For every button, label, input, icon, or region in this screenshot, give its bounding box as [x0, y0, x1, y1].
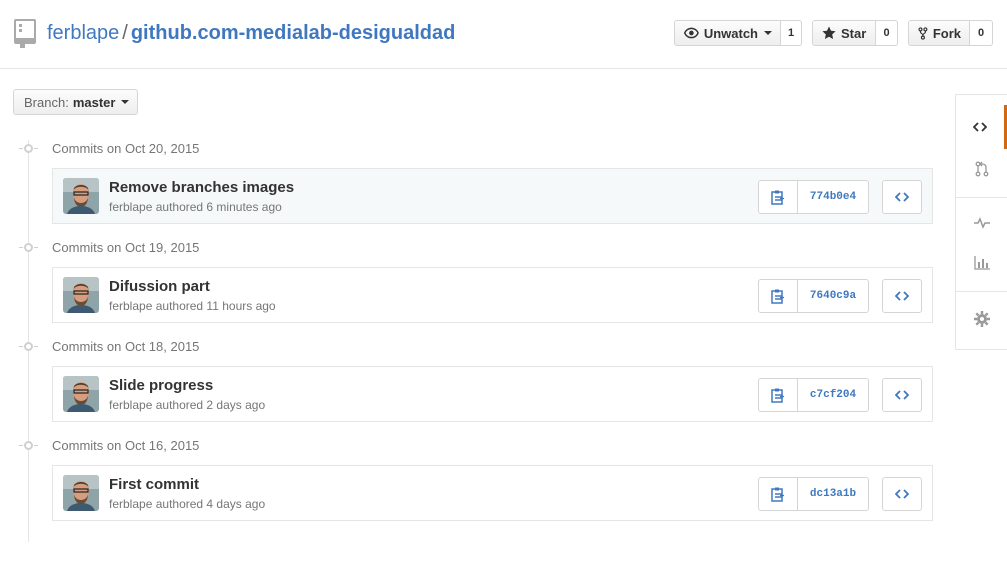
commit-sha-link[interactable]: c7cf204	[798, 379, 868, 411]
sidebar-item-graphs[interactable]	[956, 241, 1007, 285]
code-icon	[895, 489, 909, 499]
copy-sha-button[interactable]	[759, 379, 798, 411]
timeline-dot-icon	[19, 243, 38, 252]
commit-sha-link[interactable]: 774b0e4	[798, 181, 868, 213]
branch-selector[interactable]: Branch: master	[13, 89, 138, 115]
commit-time: authored 11 hours ago	[155, 299, 276, 313]
branch-prefix: Branch:	[24, 94, 69, 110]
code-icon	[895, 192, 909, 202]
clipboard-icon	[771, 388, 784, 403]
star-label: Star	[841, 25, 867, 41]
commit-title-link[interactable]: Remove branches images	[109, 179, 294, 196]
copy-sha-button[interactable]	[759, 280, 798, 312]
clipboard-icon	[771, 190, 784, 205]
browse-code-button[interactable]	[882, 378, 922, 412]
commit-row: First commit ferblape authored 4 days ag…	[52, 465, 933, 521]
repo-sidebar-nav	[955, 94, 1007, 350]
commit-sha-group: dc13a1b	[758, 477, 869, 511]
chevron-down-icon	[764, 31, 772, 35]
commit-author-link[interactable]: ferblape	[109, 497, 152, 511]
commit-time: authored 2 days ago	[155, 398, 266, 412]
graph-icon	[973, 256, 990, 270]
commit-title-link[interactable]: First commit	[109, 476, 199, 493]
commit-timeline	[28, 140, 29, 542]
commit-meta: ferblape authored 6 minutes ago	[109, 200, 282, 214]
pulse-icon	[973, 217, 990, 229]
commit-row: Difussion part ferblape authored 11 hour…	[52, 267, 933, 323]
commit-sha-link[interactable]: 7640c9a	[798, 280, 868, 312]
commit-author-link[interactable]: ferblape	[109, 200, 152, 214]
code-icon	[895, 291, 909, 301]
commit-date-heading: Commits on Oct 16, 2015	[52, 438, 200, 453]
avatar[interactable]	[63, 277, 99, 313]
commit-author-link[interactable]: ferblape	[109, 299, 152, 313]
eye-icon	[684, 27, 699, 39]
commit-date-heading: Commits on Oct 19, 2015	[52, 240, 200, 255]
code-icon	[895, 390, 909, 400]
commit-sha-group: c7cf204	[758, 378, 869, 412]
star-count[interactable]: 0	[876, 20, 898, 46]
commit-title-link[interactable]: Difussion part	[109, 278, 210, 295]
repo-header: ferblape / github.com-medialab-desigualdad…	[0, 0, 1007, 69]
clipboard-icon	[771, 487, 784, 502]
fork-count[interactable]: 0	[970, 20, 993, 46]
timeline-dot-icon	[19, 144, 38, 153]
commit-date-heading: Commits on Oct 20, 2015	[52, 141, 200, 156]
fork-icon	[918, 26, 928, 40]
repo-icon	[14, 19, 36, 48]
browse-code-button[interactable]	[882, 279, 922, 313]
commit-meta: ferblape authored 2 days ago	[109, 398, 265, 412]
timeline-dot-icon	[19, 441, 38, 450]
repo-title: ferblape / github.com-medialab-desigualdad	[47, 21, 455, 45]
commit-meta: ferblape authored 11 hours ago	[109, 299, 276, 313]
avatar[interactable]	[63, 178, 99, 214]
fork-label: Fork	[932, 25, 961, 41]
commit-time: authored 6 minutes ago	[155, 200, 282, 214]
star-button[interactable]: Star	[812, 20, 876, 46]
pull-request-icon	[975, 161, 988, 177]
timeline-dot-icon	[19, 342, 38, 351]
commit-row: Remove branches images ferblape authored…	[52, 168, 933, 224]
unwatch-label: Unwatch	[703, 25, 758, 41]
commit-author-link[interactable]: ferblape	[109, 398, 152, 412]
repo-title-separator: /	[122, 22, 128, 44]
watch-count[interactable]: 1	[781, 20, 802, 46]
commit-sha-group: 774b0e4	[758, 180, 869, 214]
commit-title-link[interactable]: Slide progress	[109, 377, 213, 394]
clipboard-icon	[771, 289, 784, 304]
commit-sha-group: 7640c9a	[758, 279, 869, 313]
repo-owner-link[interactable]: ferblape	[47, 22, 119, 44]
copy-sha-button[interactable]	[759, 181, 798, 213]
unwatch-button[interactable]: Unwatch	[674, 20, 781, 46]
commit-time: authored 4 days ago	[155, 497, 266, 511]
repo-name-link[interactable]: github.com-medialab-desigualdad	[131, 22, 455, 44]
code-icon	[973, 122, 987, 132]
branch-name: master	[72, 94, 116, 110]
sidebar-item-code[interactable]	[956, 105, 1007, 149]
sidebar-item-settings[interactable]	[956, 297, 1007, 341]
gear-icon	[973, 311, 990, 327]
sidebar-item-pull-requests[interactable]	[956, 147, 1007, 191]
star-icon	[822, 26, 836, 39]
commit-sha-link[interactable]: dc13a1b	[798, 478, 868, 510]
browse-code-button[interactable]	[882, 180, 922, 214]
copy-sha-button[interactable]	[759, 478, 798, 510]
sidebar-item-pulse[interactable]	[956, 201, 1007, 245]
commit-date-heading: Commits on Oct 18, 2015	[52, 339, 200, 354]
avatar[interactable]	[63, 475, 99, 511]
fork-button[interactable]: Fork	[908, 20, 970, 46]
commit-row: Slide progress ferblape authored 2 days …	[52, 366, 933, 422]
avatar[interactable]	[63, 376, 99, 412]
commit-meta: ferblape authored 4 days ago	[109, 497, 265, 511]
chevron-down-icon	[121, 100, 130, 104]
browse-code-button[interactable]	[882, 477, 922, 511]
